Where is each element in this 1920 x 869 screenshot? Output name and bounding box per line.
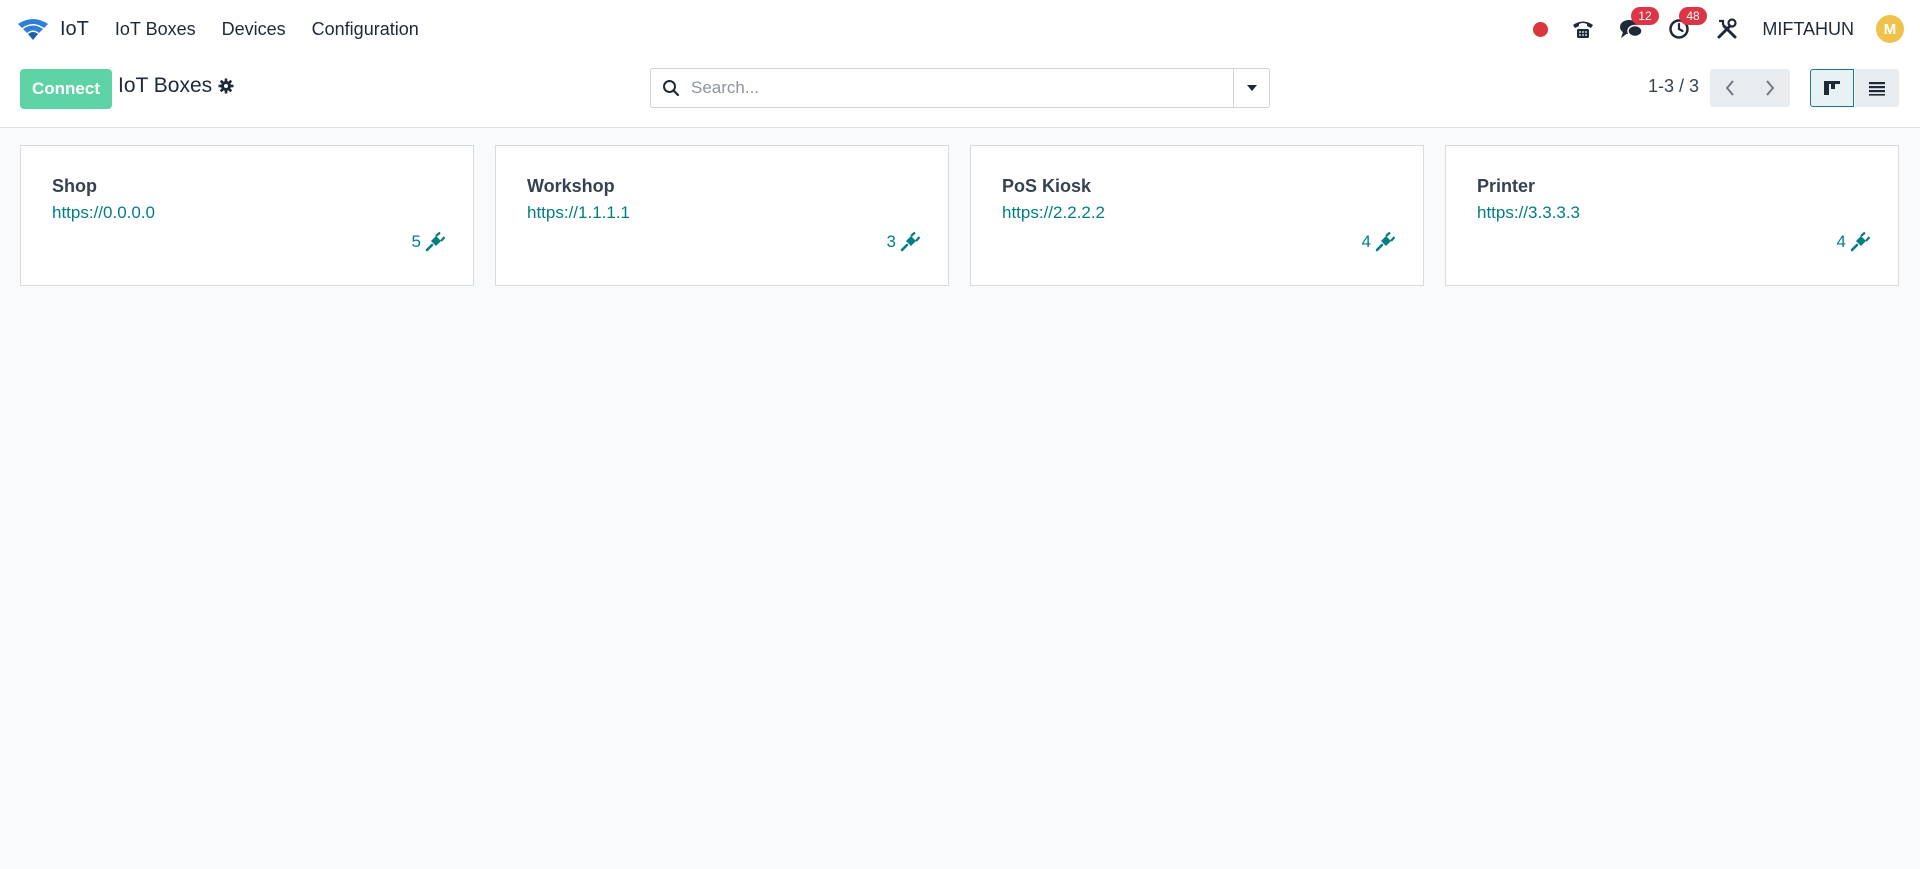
kanban-view: Shop https://0.0.0.0 5 Workshop https://… — [20, 145, 1900, 286]
plug-icon — [1850, 232, 1870, 252]
card-url[interactable]: https://0.0.0.0 — [52, 203, 442, 223]
chevron-left-icon — [1725, 80, 1734, 96]
card-title: Printer — [1477, 176, 1536, 196]
page-title: IoT Boxes — [118, 74, 213, 97]
plug-icon — [900, 232, 920, 252]
plug-icon — [425, 232, 445, 252]
device-count[interactable]: 4 — [1837, 232, 1870, 252]
search-icon — [651, 79, 691, 97]
systray: 12 48 MIFTAHUN M — [1533, 0, 1904, 58]
iot-box-card[interactable]: PoS Kiosk https://2.2.2.2 4 — [970, 145, 1424, 286]
gear-icon[interactable] — [218, 78, 234, 94]
kanban-icon — [1824, 81, 1840, 95]
messages-count-badge: 12 — [1631, 7, 1659, 25]
card-title: Shop — [52, 176, 97, 196]
search-options-toggle[interactable] — [1233, 69, 1269, 107]
avatar[interactable]: M — [1876, 15, 1904, 43]
breadcrumb: IoT Boxes — [118, 74, 234, 98]
search-input[interactable] — [691, 70, 1233, 106]
device-count-value: 3 — [886, 232, 896, 251]
activities-button[interactable]: 48 — [1666, 7, 1707, 42]
app-brand[interactable]: IoT — [16, 16, 89, 42]
card-url[interactable]: https://1.1.1.1 — [527, 203, 917, 223]
main-navbar: IoT IoT Boxes Devices Configuration 12 4… — [0, 0, 1920, 58]
tools-icon[interactable] — [1714, 16, 1740, 42]
menu-item-iot-boxes[interactable]: IoT Boxes — [115, 19, 196, 40]
device-count-value: 4 — [1836, 232, 1846, 251]
device-count-value: 4 — [1361, 232, 1371, 251]
kanban-view-button[interactable] — [1810, 69, 1854, 107]
pager-value[interactable]: 1-3 / 3 — [1648, 76, 1699, 97]
messages-button[interactable]: 12 — [1618, 7, 1659, 42]
card-url[interactable]: https://3.3.3.3 — [1477, 203, 1867, 223]
control-panel: Connect IoT Boxes Search... 1-3 / 3 — [0, 58, 1920, 128]
activities-count-badge: 48 — [1679, 7, 1707, 25]
user-menu[interactable]: MIFTAHUN — [1762, 19, 1854, 40]
device-count[interactable]: 3 — [887, 232, 920, 252]
list-icon — [1869, 82, 1885, 96]
card-title: Workshop — [527, 176, 615, 196]
app-name: IoT — [60, 17, 89, 40]
card-url[interactable]: https://2.2.2.2 — [1002, 203, 1392, 223]
iot-box-card[interactable]: Printer https://3.3.3.3 4 — [1445, 145, 1899, 286]
menu-item-configuration[interactable]: Configuration — [312, 19, 419, 40]
device-count[interactable]: 4 — [1362, 232, 1395, 252]
menu-item-devices[interactable]: Devices — [222, 19, 286, 40]
list-view-button[interactable] — [1855, 69, 1899, 107]
device-count[interactable]: 5 — [412, 232, 445, 252]
top-menu: IoT Boxes Devices Configuration — [115, 19, 419, 40]
wifi-logo-icon — [16, 16, 50, 42]
caret-down-icon — [1246, 85, 1257, 91]
chevron-right-icon — [1766, 80, 1775, 96]
search-bar — [650, 68, 1270, 108]
iot-box-card[interactable]: Shop https://0.0.0.0 5 — [20, 145, 474, 286]
plug-icon — [1375, 232, 1395, 252]
pager-previous-button[interactable] — [1710, 69, 1750, 107]
iot-box-card[interactable]: Workshop https://1.1.1.1 3 — [495, 145, 949, 286]
phone-icon[interactable] — [1570, 16, 1596, 42]
record-indicator-icon[interactable] — [1533, 21, 1549, 37]
device-count-value: 5 — [411, 232, 421, 251]
card-title: PoS Kiosk — [1002, 176, 1092, 196]
pager-next-button[interactable] — [1750, 69, 1790, 107]
connect-button[interactable]: Connect — [20, 69, 112, 109]
